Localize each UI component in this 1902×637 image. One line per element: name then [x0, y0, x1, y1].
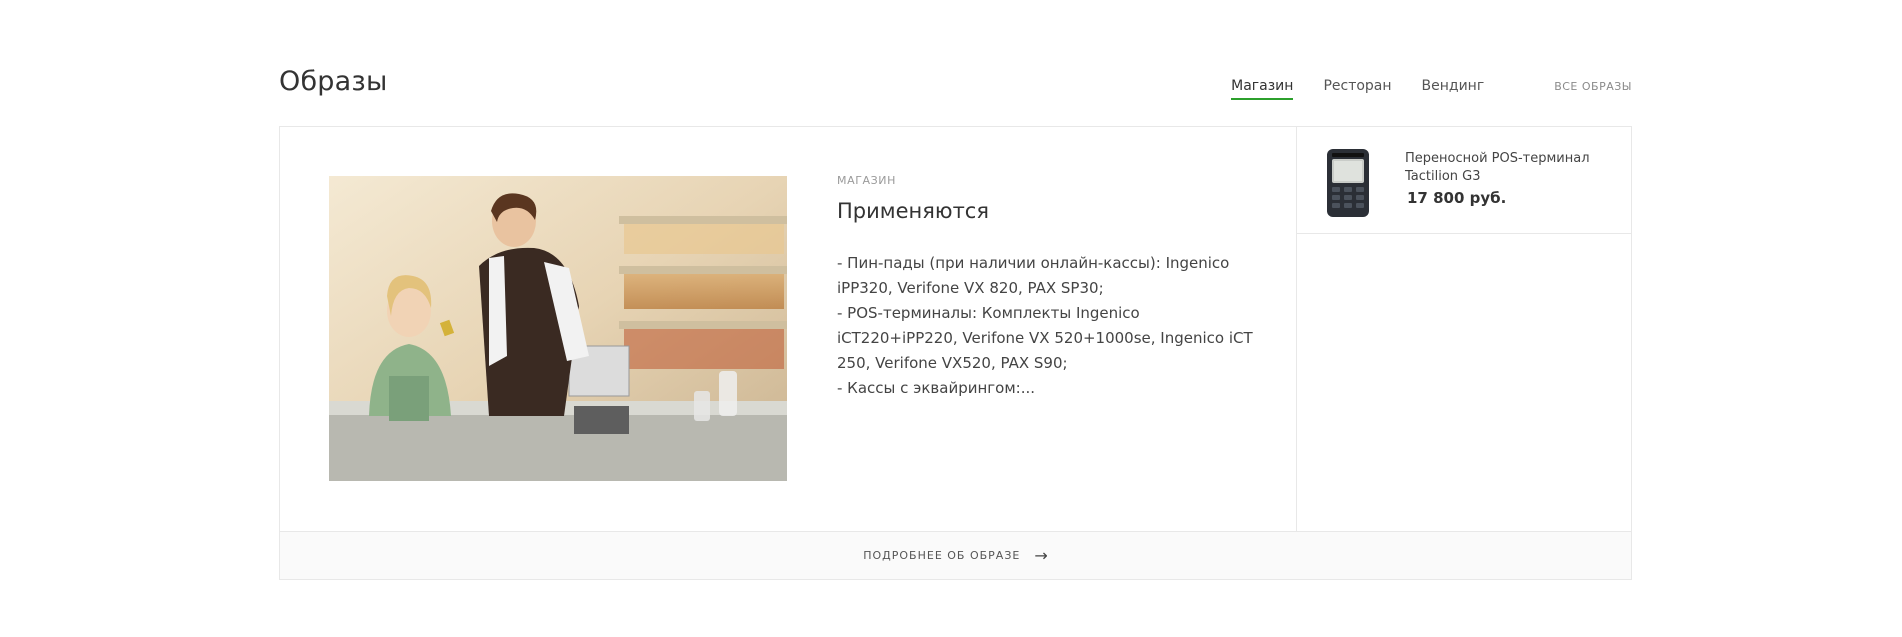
category-tabs: Магазин Ресторан Вендинг ВСЕ ОБРАЗЫ: [1201, 78, 1632, 100]
tab-restaurant[interactable]: Ресторан: [1323, 78, 1391, 100]
product-item[interactable]: Переносной POS-терминал Tactilion G3 17 …: [1297, 127, 1631, 234]
product-name[interactable]: Переносной POS-терминал Tactilion G3: [1405, 150, 1615, 186]
more-about-image-label: ПОДРОБНЕЕ ОБ ОБРАЗЕ: [863, 549, 1021, 562]
card-heading: Применяются: [837, 199, 989, 223]
description-line: - POS-терминалы: Комплекты Ingenico iCT2…: [837, 304, 1253, 372]
product-sidebar: Переносной POS-терминал Tactilion G3 17 …: [1297, 127, 1631, 531]
card-description: - Пин-пады (при наличии онлайн-кассы): I…: [837, 251, 1257, 401]
pos-terminal-icon: [1327, 149, 1369, 217]
tab-shop[interactable]: Магазин: [1231, 78, 1294, 100]
page-container: Образы Магазин Ресторан Вендинг ВСЕ ОБРА…: [279, 0, 1632, 637]
pos-terminal-image[interactable]: [1317, 147, 1385, 219]
all-images-link[interactable]: ВСЕ ОБРАЗЫ: [1554, 80, 1632, 93]
description-line: - Кассы с эквайрингом:...: [837, 379, 1036, 397]
section-title: Образы: [279, 66, 388, 97]
store-checkout-photo: [329, 176, 787, 481]
card-category: МАГАЗИН: [837, 174, 897, 187]
arrow-right-icon: →: [1034, 545, 1048, 565]
card-main: МАГАЗИН Применяются - Пин-пады (при нали…: [280, 127, 1297, 531]
description-line: - Пин-пады (при наличии онлайн-кассы): I…: [837, 254, 1230, 297]
tab-vending[interactable]: Вендинг: [1422, 78, 1485, 100]
image-card: МАГАЗИН Применяются - Пин-пады (при нали…: [279, 126, 1632, 580]
product-price: 17 800 руб.: [1407, 189, 1507, 207]
photo-illustration: [329, 176, 787, 481]
more-about-image-button[interactable]: ПОДРОБНЕЕ ОБ ОБРАЗЕ →: [280, 531, 1631, 579]
card-info: МАГАЗИН Применяются - Пин-пады (при нали…: [837, 174, 1257, 401]
